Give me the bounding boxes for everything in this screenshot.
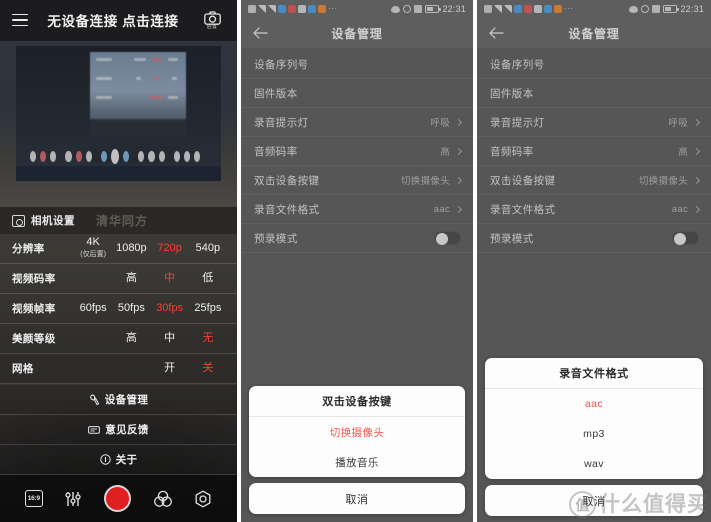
camera-setting-option[interactable]: 中 xyxy=(153,273,187,284)
feedback-icon xyxy=(88,425,101,435)
option-label: 无 xyxy=(202,332,214,344)
wrench-icon xyxy=(89,394,100,405)
option-label: 25fps xyxy=(194,302,222,314)
camera-setting-option[interactable]: 无 xyxy=(191,333,225,344)
camera-sub-label: 后置 xyxy=(206,23,218,30)
option-label: 50fps xyxy=(117,302,145,314)
camera-setting-option[interactable]: 低 xyxy=(191,273,225,284)
camera-setting-option[interactable]: 540p xyxy=(191,243,225,254)
left-topbar: 无设备连接 点击连接 后置 xyxy=(0,0,237,41)
camera-settings-menu: 设备管理意见反馈关于 xyxy=(0,385,237,475)
dialog-title: 双击设备按键 xyxy=(249,386,465,417)
option-label: 低 xyxy=(202,272,214,284)
camera-setting-option[interactable]: 25fps xyxy=(191,303,225,314)
photo-monitor-region xyxy=(16,46,221,181)
camera-setting-options: 开关 xyxy=(74,363,227,374)
camera-setting-options: 4K (仅后置) 1080p 720p 540p xyxy=(74,237,227,260)
camera-setting-option[interactable]: 关 xyxy=(191,363,225,374)
panel-device-management-mid: ··· 22:31 设备管理 设备序列号 固件版本 录音提示灯 呼吸 音频码率高双击设备… xyxy=(241,0,473,522)
camera-setting-option[interactable]: 高 xyxy=(114,273,148,284)
camera-setting-label: 网格 xyxy=(12,363,34,375)
option-label: 中 xyxy=(164,272,176,284)
brand-watermark: 清华同方 xyxy=(96,214,149,228)
dialog-audio-file-format: 录音文件格式 aac mp3 wav 取消 xyxy=(485,358,703,516)
camera-menu-label: 意见反馈 xyxy=(105,424,149,436)
option-label: 中 xyxy=(164,332,176,344)
camera-menu-label: 设备管理 xyxy=(104,394,149,406)
option-label: 60fps xyxy=(79,302,107,314)
camera-setting-label: 视频帧率 xyxy=(12,303,56,315)
camera-menu-item[interactable]: 关于 xyxy=(0,445,237,475)
option-label: 540p xyxy=(195,242,221,254)
camera-setting-option[interactable]: 60fps xyxy=(76,303,110,314)
option-label: 1080p xyxy=(116,242,147,254)
camera-settings-sheet: 相机设置 清华同方 分辨率 4K (仅后置) 1080p 720p 540p 视频码率高中低… xyxy=(0,207,237,522)
dialog-option[interactable]: 播放音乐 xyxy=(249,447,465,477)
camera-setting-row: 网格开关 xyxy=(0,354,237,384)
camera-setting-option[interactable]: 4K (仅后置) xyxy=(76,237,110,260)
camera-setting-option[interactable]: 1080p xyxy=(114,243,148,254)
dialog-card: 录音文件格式 aac mp3 wav xyxy=(485,358,703,479)
record-button[interactable] xyxy=(103,485,131,512)
option-label: 高 xyxy=(125,272,137,284)
option-label: 30fps xyxy=(156,302,184,314)
dialog-option[interactable]: aac xyxy=(485,389,703,419)
camera-settings-rows: 分辨率 4K (仅后置) 1080p 720p 540p 视频码率高中低视频帧率 60fps 5… xyxy=(0,234,237,385)
connection-status-title[interactable]: 无设备连接 点击连接 xyxy=(28,10,198,30)
option-label: 关 xyxy=(202,362,214,374)
camera-setting-option[interactable]: 50fps xyxy=(114,303,148,314)
photo-monitor-screen xyxy=(90,52,186,162)
option-label: 开 xyxy=(164,362,176,374)
photo-monitor-ui-lines xyxy=(90,52,186,162)
dialog-cancel-button[interactable]: 取消 xyxy=(249,483,465,514)
screenshot-stage: 无设备连接 点击连接 后置 相机设置 清华同方 分辨率 4K (仅后置) 108… xyxy=(0,0,711,522)
photo-taskbar-dots xyxy=(30,149,201,164)
dialog-option[interactable]: wav xyxy=(485,449,703,479)
camera-setting-options: 高中低 xyxy=(74,273,227,284)
dialog-double-click-key: 双击设备按键 切换摄像头 播放音乐 取消 xyxy=(249,386,465,514)
dialog-option[interactable]: mp3 xyxy=(485,419,703,449)
sliders-icon[interactable] xyxy=(64,490,82,508)
dialog-title: 录音文件格式 xyxy=(485,358,703,389)
camera-setting-label: 分辨率 xyxy=(12,243,45,255)
panel-device-management-right: ··· 22:31 设备管理 设备序列号 固件版本 录音提示灯 呼吸 音频码率高双击设备… xyxy=(477,0,711,522)
info-icon xyxy=(99,454,111,465)
aspect-ratio-icon[interactable]: 16:9 xyxy=(24,490,43,507)
option-label: 高 xyxy=(125,332,137,344)
camera-setting-row: 视频码率 高 中 低 xyxy=(0,264,237,294)
option-label: 4K xyxy=(86,236,100,248)
camera-bottom-toolbar: 16:9 xyxy=(0,475,237,522)
camera-icon[interactable]: 后置 xyxy=(198,5,226,35)
camera-setting-options: 60fps 50fps 30fps 25fps xyxy=(74,303,227,314)
camera-setting-option[interactable]: 30fps xyxy=(153,303,187,314)
camera-setting-row: 视频帧率 60fps 50fps 30fps 25fps xyxy=(0,294,237,324)
camera-setting-label: 视频码率 xyxy=(12,273,56,285)
option-sublabel: (仅后置) xyxy=(80,251,106,258)
aspect-ratio-label: 16:9 xyxy=(24,490,43,507)
camera-setting-label: 美颜等级 xyxy=(12,333,56,345)
camera-setting-option[interactable]: 高 xyxy=(114,333,148,344)
panel-camera-app: 无设备连接 点击连接 后置 相机设置 清华同方 分辨率 4K (仅后置) 108… xyxy=(0,0,237,522)
camera-setting-options: 高中无 xyxy=(74,333,227,344)
aperture-icon[interactable] xyxy=(194,489,212,508)
color-filter-icon[interactable] xyxy=(153,490,173,508)
camera-setting-row: 美颜等级 高 中 无 xyxy=(0,324,237,354)
camera-settings-header: 相机设置 清华同方 xyxy=(0,207,237,234)
camera-settings-icon xyxy=(12,214,25,227)
camera-settings-label: 相机设置 xyxy=(31,215,75,227)
camera-menu-item[interactable]: 设备管理 xyxy=(0,385,237,415)
camera-setting-row: 分辨率 4K (仅后置) 1080p 720p 540p xyxy=(0,234,237,264)
photo-taskbar xyxy=(16,166,221,181)
camera-setting-option[interactable]: 中 xyxy=(153,333,187,344)
dialog-card: 双击设备按键 切换摄像头 播放音乐 xyxy=(249,386,465,477)
dialog-cancel-button[interactable]: 取消 xyxy=(485,485,703,516)
camera-setting-option[interactable]: 720p xyxy=(153,243,187,254)
camera-menu-label: 关于 xyxy=(115,454,138,466)
camera-menu-item[interactable]: 意见反馈 xyxy=(0,415,237,445)
dialog-option[interactable]: 切换摄像头 xyxy=(249,417,465,447)
option-label: 720p xyxy=(157,242,182,254)
camera-setting-option[interactable]: 开 xyxy=(153,363,187,374)
